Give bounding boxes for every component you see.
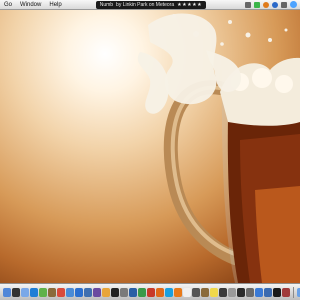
garageband-icon[interactable] [102, 287, 110, 297]
ichat-icon[interactable] [39, 287, 47, 297]
menu-window[interactable]: Window [16, 2, 45, 8]
chess-icon[interactable] [201, 287, 209, 297]
photo-booth-icon[interactable] [282, 287, 290, 297]
volume-icon[interactable] [263, 1, 269, 8]
safari-icon[interactable] [30, 287, 38, 297]
font-book-icon[interactable] [246, 287, 254, 297]
rating-stars[interactable]: ★★★★★ [177, 2, 202, 8]
quicktime-icon[interactable] [264, 287, 272, 297]
menu-bar: Go Window Help Numb by Linkin Park on Me… [0, 0, 300, 10]
flash-icon[interactable] [147, 287, 155, 297]
dock-separator [293, 286, 294, 298]
calculator-icon[interactable] [192, 287, 200, 297]
finder-icon[interactable] [3, 287, 11, 297]
battery-icon[interactable] [254, 1, 260, 8]
beer-mug-illustration [137, 13, 300, 283]
stickies-icon[interactable] [210, 287, 218, 297]
status-icons [245, 1, 300, 8]
iphoto-icon[interactable] [84, 287, 92, 297]
skype-icon[interactable] [165, 287, 173, 297]
firefox-icon[interactable] [156, 287, 164, 297]
now-playing-widget[interactable]: Numb by Linkin Park on Meteora ★★★★★ [95, 0, 207, 9]
mail-icon[interactable] [21, 287, 29, 297]
dashboard-icon[interactable] [12, 287, 20, 297]
address-book-icon[interactable] [48, 287, 56, 297]
desktop-wallpaper [0, 0, 300, 300]
preview-icon[interactable] [66, 287, 74, 297]
dreamweaver-icon[interactable] [138, 287, 146, 297]
system-preferences-icon[interactable] [120, 287, 128, 297]
disk-utility-icon[interactable] [228, 287, 236, 297]
now-playing-title: Numb [99, 1, 114, 8]
photoshop-icon[interactable] [129, 287, 137, 297]
spotlight-icon[interactable] [290, 1, 297, 8]
itunes-icon[interactable] [75, 287, 83, 297]
terminal-icon[interactable] [111, 287, 119, 297]
app-store-icon[interactable] [255, 287, 263, 297]
ical-icon[interactable] [57, 287, 65, 297]
imovie-icon[interactable] [93, 287, 101, 297]
textedit-icon[interactable] [183, 287, 191, 297]
now-playing-artist: by Linkin Park on Meteora [116, 1, 175, 8]
documents-folder-icon[interactable] [297, 287, 300, 297]
menu-extra-icon[interactable] [245, 1, 251, 8]
menu-go[interactable]: Go [0, 2, 16, 8]
console-icon[interactable] [237, 287, 245, 297]
bluetooth-icon[interactable] [272, 1, 278, 8]
dvd-player-icon[interactable] [273, 287, 281, 297]
menu-help[interactable]: Help [45, 2, 65, 8]
wifi-icon[interactable] [281, 1, 287, 8]
vlc-icon[interactable] [174, 287, 182, 297]
activity-monitor-icon[interactable] [219, 287, 227, 297]
dock [0, 283, 300, 300]
